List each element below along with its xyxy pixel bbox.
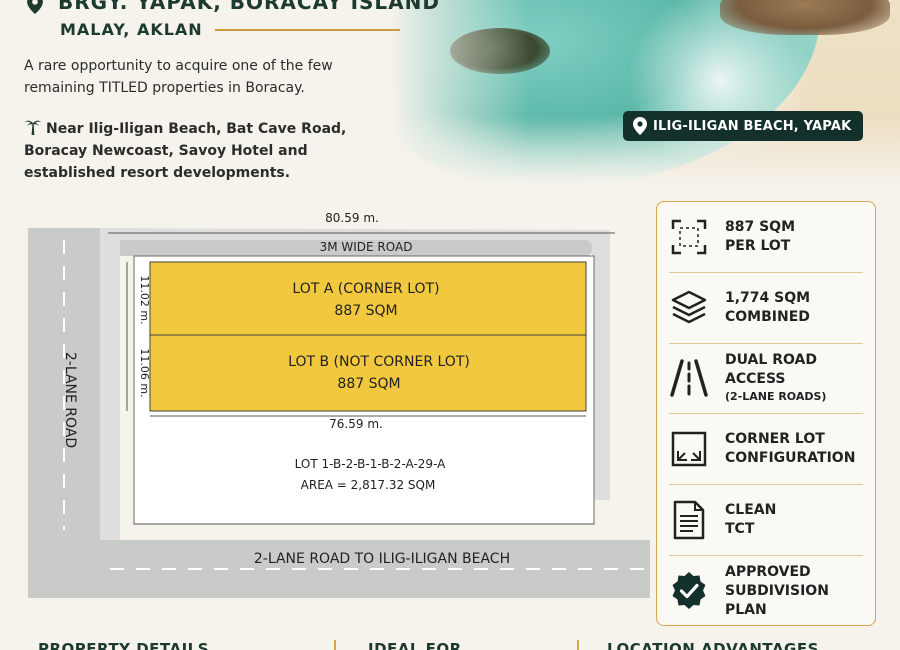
- subtitle-text: MALAY, AKLAN: [60, 20, 203, 39]
- lot-b-name: LOT B (NOT CORNER LOT): [288, 354, 470, 370]
- nearby-text-content: Near Ilig-Iligan Beach, Bat Cave Road, B…: [24, 121, 347, 181]
- corner-lot-icon: [669, 429, 709, 469]
- feature-line1: 1,774 SQM: [725, 289, 811, 306]
- check-badge-icon: [669, 571, 709, 611]
- feature-corner-lot: CORNER LOT CONFIGURATION: [669, 414, 863, 486]
- bottom-road-label: 2-LANE ROAD TO ILIG-ILIGAN BEACH: [254, 551, 510, 567]
- top-road-label: 3M WIDE ROAD: [320, 240, 413, 254]
- lot-a-name: LOT A (CORNER LOT): [292, 281, 439, 297]
- feature-line2: COMBINED: [725, 308, 810, 325]
- feature-line1: DUAL ROAD: [725, 352, 817, 369]
- section-property-details: PROPERTY DETAILS: [38, 640, 210, 650]
- feature-line1: APPROVED: [725, 563, 811, 580]
- feature-line1: CORNER LOT: [725, 431, 825, 448]
- lot-a: [149, 261, 587, 336]
- palm-tree-icon: [25, 120, 41, 135]
- feature-line2: ACCESS: [725, 371, 786, 388]
- features-panel: 887 SQM PER LOT 1,774 SQM COMBINED DUAL RO…: [656, 201, 876, 626]
- location-pin-icon: [633, 117, 647, 135]
- beach-photo: [390, 0, 900, 185]
- nearby-text: Near Ilig-Iligan Beach, Bat Cave Road, B…: [24, 118, 354, 184]
- feature-clean-title: CLEAN TCT: [669, 485, 863, 556]
- page-subtitle: MALAY, AKLAN: [60, 20, 400, 39]
- location-badge-label: ILIG-ILIGAN BEACH, YAPAK: [653, 118, 852, 134]
- location-badge: ILIG-ILIGAN BEACH, YAPAK: [623, 111, 864, 141]
- feature-road-access: DUAL ROAD ACCESS (2-LANE ROADS): [669, 344, 863, 415]
- mother-lot-label: LOT 1-B-2-B-1-B-2-A-29-A: [295, 457, 446, 471]
- feature-line2: CONFIGURATION: [725, 450, 856, 467]
- feature-line1: 887 SQM: [725, 218, 796, 235]
- section-ideal-for: IDEAL FOR: [368, 640, 462, 650]
- feature-line2: TCT: [725, 521, 755, 538]
- feature-line1: CLEAN: [725, 502, 777, 519]
- lot-a-area: 887 SQM: [334, 303, 397, 319]
- feature-line2: PER LOT: [725, 237, 791, 254]
- lower-dimension-label: 76.59 m.: [329, 417, 383, 431]
- top-dimension-label: 80.59 m.: [325, 211, 379, 225]
- feature-area-per-lot: 887 SQM PER LOT: [669, 202, 863, 273]
- lot-b-depth-label: 11.06 m.: [138, 348, 151, 397]
- lot-b: [149, 334, 587, 412]
- section-divider: [577, 640, 579, 650]
- page-title: BRGY. YAPAK, BORACAY ISLAND: [24, 0, 440, 14]
- shore-rock: [720, 0, 890, 35]
- feature-line2: SUBDIVISION PLAN: [725, 582, 829, 618]
- feature-approved-plan: APPROVED SUBDIVISION PLAN: [669, 556, 863, 627]
- site-plan: 80.59 m. 3M WIDE ROAD LOT A (CORNER LOT)…: [0, 200, 650, 614]
- layers-icon: [669, 288, 709, 328]
- left-road-label: 2-LANE ROAD: [62, 352, 78, 448]
- feature-combined-area: 1,774 SQM COMBINED: [669, 273, 863, 344]
- intro-text: A rare opportunity to acquire one of the…: [24, 58, 333, 96]
- site-plan-drawing: 80.59 m. 3M WIDE ROAD LOT A (CORNER LOT)…: [28, 211, 650, 598]
- location-pin-icon: [27, 0, 43, 14]
- lot-b-area: 887 SQM: [337, 376, 400, 392]
- feature-note: (2-LANE ROADS): [725, 390, 827, 404]
- page-title-text: BRGY. YAPAK, BORACAY ISLAND: [58, 0, 440, 14]
- road-icon: [669, 358, 709, 398]
- gold-divider: [214, 28, 400, 31]
- expand-corners-icon: [669, 217, 709, 257]
- section-divider: [334, 640, 336, 650]
- lot-a-depth-label: 11.02 m.: [138, 275, 151, 324]
- section-location-advantages: LOCATION ADVANTAGES: [607, 640, 819, 650]
- document-icon: [669, 500, 709, 540]
- mother-lot-area: AREA = 2,817.32 SQM: [301, 478, 436, 492]
